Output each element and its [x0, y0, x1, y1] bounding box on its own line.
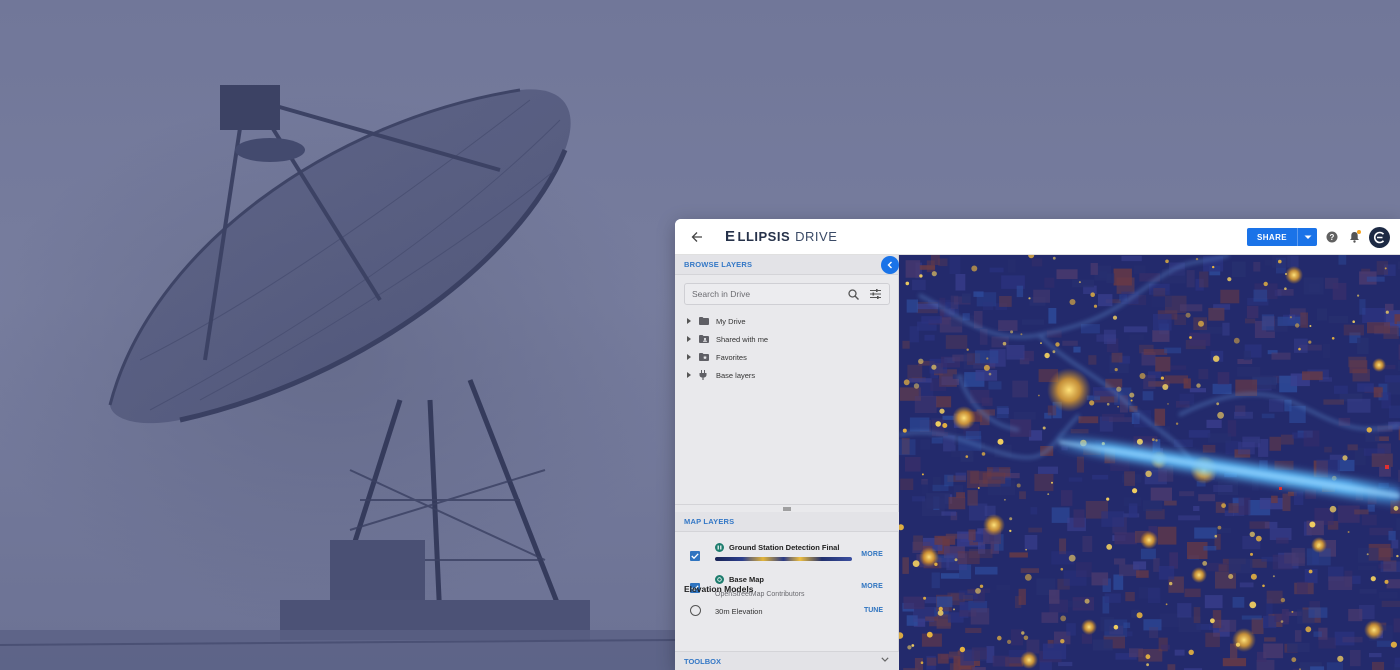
expand-caret-icon[interactable]: [687, 336, 695, 342]
ellipsis-drive-window: E LLIPSIS DRIVE SHARE ? BROWSE LAYERS Se…: [675, 219, 1400, 670]
ellipsis-avatar-icon: [1374, 231, 1385, 243]
panel-resize-handle[interactable]: [675, 504, 899, 512]
caret-down-icon: [1304, 235, 1311, 239]
filter-settings-icon[interactable]: [867, 286, 883, 302]
tree-item-label: Base layers: [716, 370, 756, 380]
logo-mark: E: [725, 228, 736, 245]
help-icon[interactable]: ?: [1325, 230, 1339, 244]
search-icon[interactable]: [845, 286, 861, 302]
tree-item-base-layers[interactable]: Base layers: [675, 366, 899, 384]
basemap-layer-badge-icon: [715, 575, 724, 584]
map-view[interactable]: [899, 255, 1400, 670]
collapse-panel-button[interactable]: [881, 256, 899, 274]
elevation-models-title: Elevation Models: [684, 584, 754, 594]
share-button[interactable]: SHARE: [1246, 228, 1297, 246]
layer-row: Ground Station Detection Final MORE: [675, 540, 899, 572]
tree-item-favorites[interactable]: Favorites: [675, 348, 899, 366]
share-dropdown-button[interactable]: [1297, 228, 1317, 246]
layer-color-legend: [715, 557, 852, 561]
app-logo[interactable]: E LLIPSIS DRIVE: [725, 228, 837, 245]
tree-item-label: My Drive: [716, 316, 746, 326]
map-layers-header: MAP LAYERS: [675, 512, 899, 532]
check-icon: [691, 553, 699, 559]
layer-visibility-checkbox[interactable]: [690, 551, 700, 561]
svg-text:?: ?: [1330, 233, 1335, 242]
plug-icon: [699, 370, 711, 380]
notification-dot: [1357, 230, 1361, 234]
raster-layer-badge-icon: [715, 543, 724, 552]
user-avatar[interactable]: [1369, 226, 1390, 248]
notifications-bell-icon[interactable]: [1347, 230, 1361, 244]
expand-caret-icon[interactable]: [687, 354, 695, 360]
layer-more-button[interactable]: MORE: [861, 551, 883, 558]
layer-name: Base Map: [729, 575, 765, 584]
topbar-actions: SHARE ?: [1246, 219, 1390, 255]
chevron-down-icon: [881, 657, 889, 662]
expand-caret-icon[interactable]: [687, 318, 695, 324]
shared-folder-icon: [699, 335, 711, 343]
toolbox-label: TOOLBOX: [684, 656, 721, 666]
elevation-radio-button[interactable]: [690, 605, 701, 616]
tree-item-shared-with-me[interactable]: Shared with me: [675, 330, 899, 348]
favorite-folder-icon: [699, 353, 711, 361]
search-input[interactable]: [685, 289, 845, 299]
satellite-detection-map: [899, 255, 1400, 670]
search-bar: [684, 283, 890, 305]
drive-tree: My Drive Shared with me Favorites Base l…: [675, 312, 899, 384]
layer-more-button[interactable]: MORE: [861, 583, 883, 590]
toolbox-header[interactable]: TOOLBOX: [675, 651, 899, 670]
expand-caret-icon[interactable]: [687, 372, 695, 378]
share-button-group: SHARE: [1246, 228, 1317, 246]
elevation-model-row: 30m Elevation TUNE: [675, 604, 899, 620]
folder-icon: [699, 317, 711, 325]
chevron-left-icon: [887, 261, 892, 269]
logo-suffix: DRIVE: [795, 229, 838, 244]
logo-name: LLIPSIS: [737, 229, 791, 244]
top-bar: E LLIPSIS DRIVE SHARE ?: [675, 219, 1400, 255]
elevation-model-name: 30m Elevation: [715, 607, 763, 616]
elevation-tune-button[interactable]: TUNE: [864, 607, 883, 614]
browse-layers-header: BROWSE LAYERS: [675, 255, 898, 275]
tree-item-label: Favorites: [716, 352, 747, 362]
tree-item-label: Shared with me: [716, 334, 769, 344]
back-arrow-icon[interactable]: [687, 227, 707, 247]
tree-item-my-drive[interactable]: My Drive: [675, 312, 899, 330]
side-panel: BROWSE LAYERS My Drive Shared with me: [675, 255, 899, 670]
drag-handle-icon: [783, 507, 791, 510]
layer-name: Ground Station Detection Final: [729, 543, 840, 552]
